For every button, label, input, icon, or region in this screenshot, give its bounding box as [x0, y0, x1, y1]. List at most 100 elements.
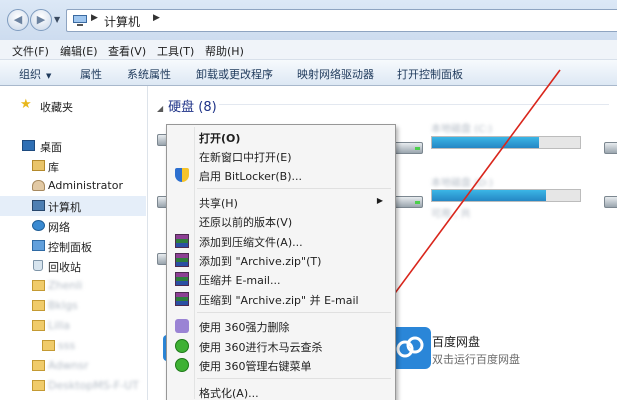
shield-icon — [175, 168, 189, 182]
desktop-icon — [22, 140, 35, 151]
star-icon: ★ — [20, 97, 32, 112]
chevron-down-icon: ▼ — [46, 72, 52, 80]
menu-tools[interactable]: 工具(T) — [157, 43, 194, 59]
nav-recycle-bin[interactable]: 回收站 — [0, 256, 146, 276]
hard-drive-icon — [604, 137, 617, 155]
computer-icon — [73, 15, 87, 26]
nav-folder[interactable]: Lilla — [0, 316, 146, 336]
address-bar[interactable]: ▶ 计算机 ▶ — [66, 9, 617, 32]
command-bar: 组织 ▼ 属性 系统属性 卸载或更改程序 映射网络驱动器 打开控制面板 — [0, 60, 617, 86]
menu-item-360-trojan-scan[interactable]: 使用 360进行木马云查杀 — [169, 336, 393, 356]
nav-network-label: 网络 — [48, 221, 70, 234]
address-row: ◀ ▶ ▼ ▶ 计算机 ▶ — [0, 0, 617, 40]
drive-name: 本地磁盘 (D:) — [431, 178, 494, 189]
nav-folder[interactable]: DesktopMS-F-UT — [0, 376, 146, 396]
menu-help[interactable]: 帮助(H) — [205, 43, 244, 59]
nav-libraries[interactable]: 库 — [0, 156, 146, 176]
nav-folder-label: Lilla — [48, 319, 71, 332]
nav-computer[interactable]: 计算机 — [0, 196, 146, 216]
folder-icon — [32, 320, 45, 331]
folder-icon — [32, 380, 45, 391]
nav-folder[interactable]: Adwnsr — [0, 356, 146, 376]
folder-icon — [32, 280, 45, 291]
breadcrumb-arrow-icon[interactable]: ▶ — [153, 13, 160, 23]
menu-item-label: 使用 360管理右键菜单 — [199, 360, 312, 373]
control-panel-icon — [32, 240, 45, 251]
menu-item-open-new-window[interactable]: 在新窗口中打开(E) — [169, 146, 393, 166]
menu-file[interactable]: 文件(F) — [12, 43, 49, 59]
group-hard-disks-label: 硬盘 (8) — [168, 100, 217, 115]
baidu-netdisk-title[interactable]: 百度网盘 — [432, 333, 480, 350]
breadcrumb-computer[interactable]: 计算机 — [104, 13, 140, 30]
computer-icon — [32, 200, 45, 211]
menu-item-label: 共享(H) — [199, 197, 238, 210]
menu-item-format[interactable]: 格式化(A)... — [169, 382, 393, 400]
menu-item-360-force-delete[interactable]: 使用 360强力删除 — [169, 316, 393, 336]
menu-item-label: 添加到 "Archive.zip"(T) — [199, 255, 322, 268]
drive-usage-bar — [431, 136, 581, 149]
back-button[interactable]: ◀ — [7, 9, 29, 31]
user-icon — [32, 180, 45, 191]
menu-item-compress-zip-email[interactable]: 压缩到 "Archive.zip" 并 E-mail — [169, 289, 393, 309]
nav-user-label: Administrator — [48, 179, 123, 192]
360-icon — [175, 358, 189, 372]
properties-button[interactable]: 属性 — [80, 66, 102, 82]
nav-user[interactable]: Administrator — [0, 176, 146, 196]
open-control-panel-button[interactable]: 打开控制面板 — [397, 66, 463, 82]
context-menu: 打开(O) 在新窗口中打开(E) 启用 BitLocker(B)... 共享(H… — [166, 124, 396, 400]
hard-drive-icon — [604, 191, 617, 209]
menu-item-label: 在新窗口中打开(E) — [199, 151, 292, 164]
nav-folder[interactable]: Zhenli — [0, 276, 146, 296]
group-hard-disks[interactable]: ◢ 硬盘 (8) — [157, 96, 217, 115]
nav-desktop[interactable]: 桌面 — [0, 136, 146, 156]
nav-favorites[interactable]: ★ 收藏夹 — [0, 96, 146, 116]
nav-folder-label: Adwnsr — [48, 359, 89, 372]
menu-item-open[interactable]: 打开(O) — [169, 127, 393, 147]
menu-item-label: 还原以前的版本(V) — [199, 216, 293, 229]
uninstall-program-button[interactable]: 卸载或更改程序 — [196, 66, 273, 82]
menu-edit[interactable]: 编辑(E) — [60, 43, 98, 59]
menu-item-360-manage-menu[interactable]: 使用 360管理右键菜单 — [169, 355, 393, 375]
menu-item-label: 使用 360进行木马云查杀 — [199, 341, 323, 354]
nav-folder[interactable]: sss — [0, 336, 146, 356]
menu-item-add-to-archive[interactable]: 添加到压缩文件(A)... — [169, 231, 393, 251]
menu-bar: 文件(F) 编辑(E) 查看(V) 工具(T) 帮助(H) — [0, 40, 617, 60]
menu-view[interactable]: 查看(V) — [108, 43, 146, 59]
library-icon — [32, 160, 45, 171]
nav-libraries-label: 库 — [48, 161, 59, 174]
winrar-icon — [175, 234, 189, 248]
nav-recycle-bin-label: 回收站 — [48, 261, 81, 274]
drive-usage-bar — [431, 189, 581, 202]
winrar-icon — [175, 253, 189, 267]
menu-item-bitlocker[interactable]: 启用 BitLocker(B)... — [169, 165, 393, 185]
menu-item-compress-email[interactable]: 压缩并 E-mail... — [169, 269, 393, 289]
nav-control-panel-label: 控制面板 — [48, 241, 92, 254]
drive-name: 本地磁盘 (C:) — [431, 124, 493, 135]
map-network-drive-button[interactable]: 映射网络驱动器 — [297, 66, 374, 82]
menu-separator — [197, 312, 391, 313]
menu-item-share[interactable]: 共享(H) ▶ — [169, 192, 393, 212]
menu-item-add-to-archive-zip[interactable]: 添加到 "Archive.zip"(T) — [169, 250, 393, 270]
menu-item-label: 使用 360强力删除 — [199, 321, 290, 334]
baidu-netdisk-subtitle: 双击运行百度网盘 — [432, 353, 520, 366]
menu-item-label: 打开(O) — [199, 132, 241, 145]
nav-folder-label: Zhenli — [48, 279, 83, 292]
forward-button[interactable]: ▶ — [30, 9, 52, 31]
nav-control-panel[interactable]: 控制面板 — [0, 236, 146, 256]
nav-desktop-label: 桌面 — [40, 141, 62, 154]
breadcrumb-arrow-icon[interactable]: ▶ — [91, 13, 98, 23]
recent-pages-dropdown[interactable]: ▼ — [54, 15, 60, 24]
organize-button[interactable]: 组织 ▼ — [19, 66, 51, 82]
nav-computer-label: 计算机 — [48, 201, 81, 214]
folder-icon — [42, 340, 55, 351]
nav-folder-label: Bklgs — [48, 299, 78, 312]
menu-separator — [197, 378, 391, 379]
menu-item-restore-versions[interactable]: 还原以前的版本(V) — [169, 211, 393, 231]
nav-network[interactable]: 网络 — [0, 216, 146, 236]
system-properties-button[interactable]: 系统属性 — [127, 66, 171, 82]
recycle-bin-icon — [33, 260, 43, 271]
nav-favorites-label: 收藏夹 — [40, 101, 73, 114]
winrar-icon — [175, 272, 189, 286]
nav-folder[interactable]: Bklgs — [0, 296, 146, 316]
menu-item-label: 启用 BitLocker(B)... — [199, 170, 303, 183]
